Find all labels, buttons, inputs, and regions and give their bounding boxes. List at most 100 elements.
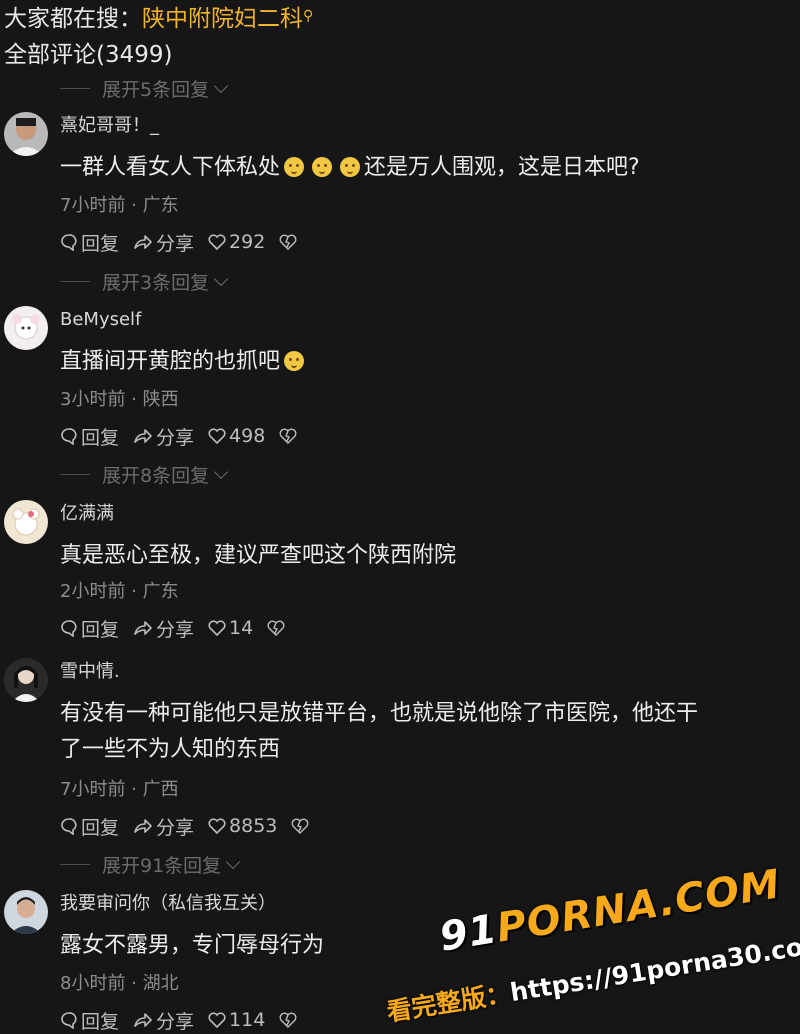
reply-icon (61, 234, 77, 251)
dislike-button[interactable] (279, 233, 300, 251)
search-prefix: 大家都在搜： (4, 6, 142, 32)
heart-icon (208, 818, 226, 835)
comment-meta: 2小时前 · 广东 (60, 581, 179, 602)
heart-icon (208, 234, 226, 251)
username[interactable]: 雪中情. (60, 660, 120, 684)
share-button[interactable]: 分享 (133, 615, 194, 642)
expand-replies-button[interactable]: 展开3条回复 (60, 268, 229, 294)
avatar[interactable] (4, 500, 48, 544)
expand-replies-button[interactable]: 展开5条回复 (60, 75, 229, 101)
comment-text-part: 还是万人围观，这是日本吧? (364, 155, 640, 180)
comment-actions: 回复 分享 114 (60, 1007, 314, 1033)
broken-heart-icon (279, 428, 297, 444)
share-button[interactable]: 分享 (133, 813, 194, 840)
like-count: 8853 (229, 815, 278, 837)
share-label: 分享 (156, 816, 195, 839)
comment-meta: 7小时前 · 广东 (60, 195, 179, 216)
comment-actions: 回复 分享 292 (60, 229, 314, 255)
heart-icon (208, 428, 226, 445)
emoji-icon (284, 157, 305, 177)
like-button[interactable]: 14 (208, 617, 253, 639)
comment-text-line: 了一些不为人知的东西 (60, 737, 281, 762)
chevron-down-icon (214, 78, 229, 93)
comment-meta: 8小时前 · 湖北 (60, 973, 179, 994)
like-button[interactable]: 8853 (208, 815, 277, 837)
comment-meta: 7小时前 · 广西 (60, 779, 179, 800)
dislike-button[interactable] (279, 427, 300, 445)
avatar[interactable] (4, 306, 48, 350)
reply-button[interactable]: 回复 (60, 615, 119, 642)
emoji-icon (340, 157, 361, 177)
comment-text: 直播间开黄腔的也抓吧 (60, 344, 800, 380)
heart-icon (208, 620, 226, 637)
like-count: 114 (229, 1009, 266, 1031)
reply-icon (61, 1012, 77, 1029)
watermark-overlay: 91PORNA.COM 看完整版：https://91porna30.com (380, 861, 800, 1026)
broken-heart-icon (267, 620, 285, 636)
comment-text-line: 有没有一种可能他只是放错平台，也就是说他除了市医院，他还干 (60, 701, 699, 726)
like-button[interactable]: 292 (208, 231, 265, 253)
expand-label: 展开8条回复 (102, 464, 210, 487)
expand-replies-button[interactable]: 展开91条回复 (60, 851, 241, 877)
emoji-icon (312, 157, 333, 177)
chevron-down-icon (214, 464, 229, 479)
share-icon (134, 429, 152, 443)
expand-replies-button[interactable]: 展开8条回复 (60, 461, 229, 487)
comment-text: 有没有一种可能他只是放错平台，也就是说他除了市医院，他还干 了一些不为人知的东西 (60, 696, 800, 768)
dislike-button[interactable] (267, 619, 288, 637)
expand-label: 展开5条回复 (102, 78, 210, 101)
reply-button[interactable]: 回复 (60, 1007, 119, 1034)
search-icon[interactable]: ⚲ (303, 1, 313, 31)
search-query[interactable]: 陕中附院妇二科 (142, 6, 303, 32)
reply-icon (61, 620, 77, 637)
divider (60, 280, 90, 282)
reply-label: 回复 (81, 816, 120, 839)
comment-actions: 回复 分享 8853 (60, 813, 326, 839)
share-icon (134, 819, 152, 833)
broken-heart-icon (291, 818, 309, 834)
like-button[interactable]: 114 (208, 1009, 265, 1031)
avatar[interactable] (4, 658, 48, 702)
like-count: 14 (229, 617, 254, 639)
dislike-button[interactable] (279, 1011, 300, 1029)
reply-label: 回复 (81, 1010, 120, 1033)
like-count: 292 (229, 231, 266, 253)
emoji-icon (284, 351, 305, 371)
dislike-button[interactable] (291, 817, 312, 835)
broken-heart-icon (279, 234, 297, 250)
reply-label: 回复 (81, 232, 120, 255)
divider (60, 87, 90, 89)
share-label: 分享 (156, 1010, 195, 1033)
comment-text: 一群人看女人下体私处 还是万人围观，这是日本吧? (60, 150, 800, 186)
comment-text-part: 一群人看女人下体私处 (60, 155, 281, 180)
username[interactable]: 我要审问你（私信我互关） (60, 892, 276, 916)
share-button[interactable]: 分享 (133, 229, 194, 256)
share-icon (134, 235, 152, 249)
like-count: 498 (229, 425, 266, 447)
avatar[interactable] (4, 112, 48, 156)
watermark-label: 看完整版： (384, 978, 513, 1027)
chevron-down-icon (226, 854, 241, 869)
share-icon (134, 1013, 152, 1027)
like-button[interactable]: 498 (208, 425, 265, 447)
username[interactable]: 熹妃哥哥！_ (60, 114, 159, 138)
share-button[interactable]: 分享 (133, 1007, 194, 1034)
share-icon (134, 621, 152, 635)
comment-text-part: 直播间开黄腔的也抓吧 (60, 349, 281, 374)
search-suggestion[interactable]: 大家都在搜：陕中附院妇二科⚲ (4, 4, 313, 37)
reply-button[interactable]: 回复 (60, 229, 119, 256)
share-label: 分享 (156, 232, 195, 255)
reply-label: 回复 (81, 426, 120, 449)
comment-meta: 3小时前 · 陕西 (60, 389, 179, 410)
expand-label: 展开3条回复 (102, 271, 210, 294)
divider (60, 863, 90, 865)
reply-button[interactable]: 回复 (60, 423, 119, 450)
username[interactable]: 亿满满 (60, 502, 114, 526)
divider (60, 473, 90, 475)
watermark-logo-number: 91 (436, 906, 501, 961)
share-button[interactable]: 分享 (133, 423, 194, 450)
username[interactable]: BeMyself (60, 308, 141, 332)
expand-label: 展开91条回复 (102, 854, 222, 877)
avatar[interactable] (4, 890, 48, 934)
reply-button[interactable]: 回复 (60, 813, 119, 840)
